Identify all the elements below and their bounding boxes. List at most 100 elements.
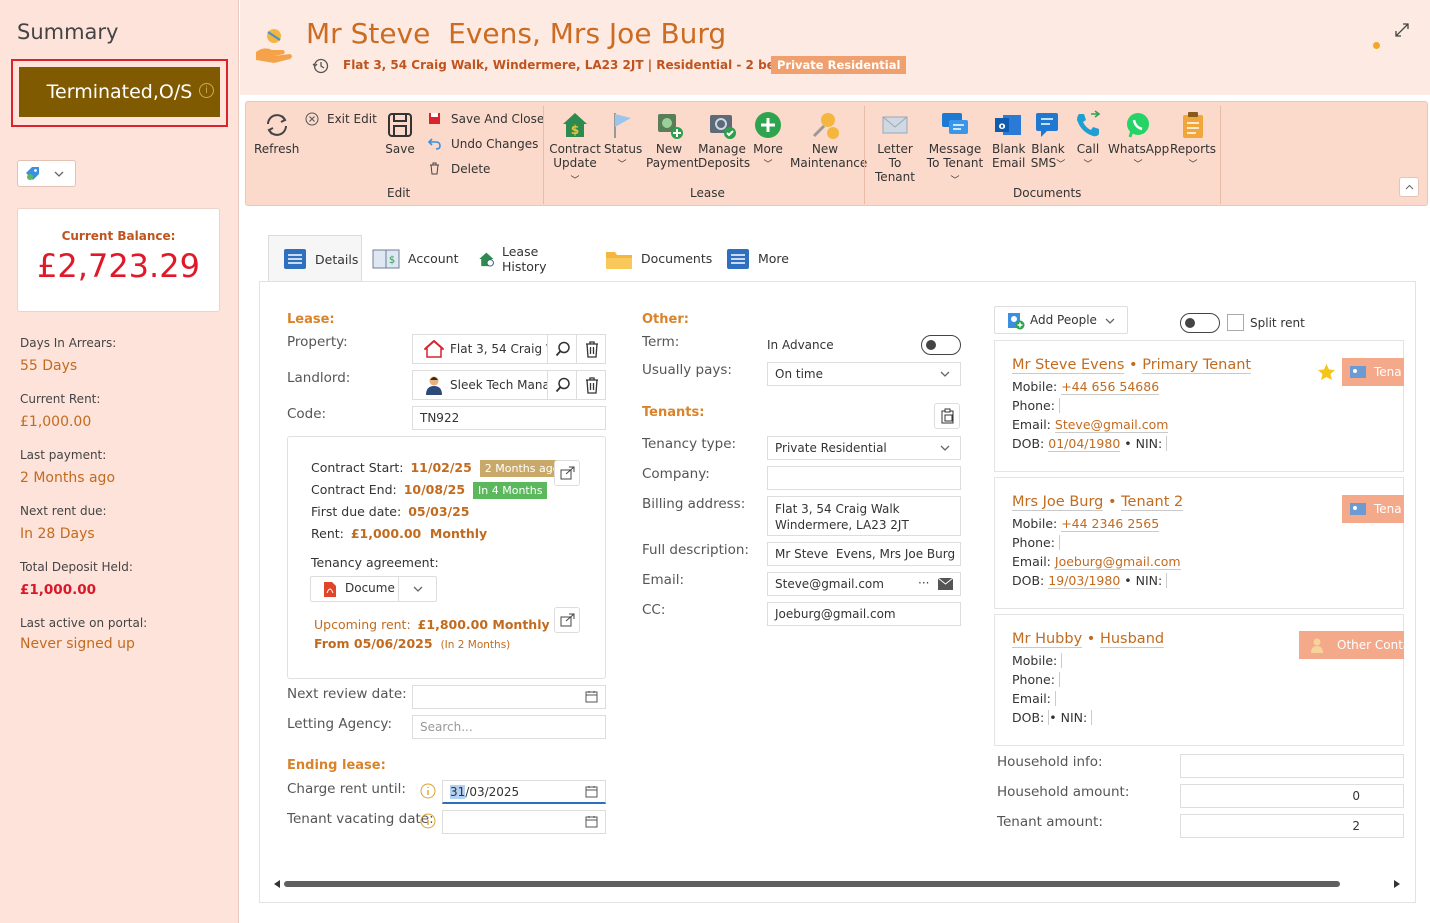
landlord-field[interactable]: Sleek Tech Mana [412, 370, 548, 400]
manage-deposits-button[interactable]: Manage Deposits [698, 110, 750, 170]
vacating-field[interactable] [442, 810, 606, 834]
contact-icon [1311, 638, 1323, 653]
copy-tenants-button[interactable] [934, 403, 960, 429]
email-more-button[interactable]: ··· [918, 576, 929, 590]
person-name-link[interactable]: Mr Steve Evens [1012, 357, 1125, 374]
blank-email-button[interactable]: o Blank Email [992, 110, 1026, 170]
tag-dropdown[interactable] [17, 160, 76, 187]
calendar-icon[interactable] [585, 815, 598, 828]
add-people-dropdown[interactable]: Add People [994, 306, 1128, 334]
open-contract-button[interactable] [554, 460, 580, 486]
landlord-delete-button[interactable] [576, 370, 606, 400]
term-toggle[interactable] [921, 335, 961, 355]
info-icon[interactable]: i [199, 83, 214, 98]
expand-icon[interactable] [1394, 22, 1410, 38]
star-icon[interactable] [1317, 363, 1336, 381]
save-button[interactable]: Save [384, 110, 416, 156]
agreement-dropdown[interactable]: Docume [310, 576, 437, 602]
landlord-search-button[interactable] [547, 370, 577, 400]
usually-pays-dropdown[interactable]: On time [767, 362, 961, 386]
info-icon[interactable] [420, 783, 436, 799]
call-button[interactable]: Call ﹀ [1072, 110, 1104, 172]
household-info-field[interactable] [1180, 754, 1404, 778]
nin-value [1162, 573, 1168, 588]
tenant-role-button[interactable]: Tena [1342, 358, 1404, 386]
contract-update-button[interactable]: $ Contract Update ﹀ [549, 110, 601, 188]
tab-more[interactable]: More [726, 235, 789, 282]
blank-email-label: Blank [992, 142, 1026, 156]
new-payment-button[interactable]: New Payment [646, 110, 699, 170]
collapse-ribbon-button[interactable] [1399, 177, 1419, 197]
person-role-link[interactable]: Primary Tenant [1142, 357, 1252, 374]
scroll-right-icon[interactable] [1394, 880, 1400, 888]
exit-edit-button[interactable]: Exit Edit [305, 112, 377, 126]
person-header: Mr Steve Evens • Primary Tenant [1012, 357, 1252, 374]
person-name-link[interactable]: Mr Hubby [1012, 631, 1083, 648]
pdf-icon [324, 582, 336, 597]
split-rent-checkbox[interactable] [1227, 314, 1244, 331]
whatsapp-button[interactable]: WhatsApp ﹀ [1108, 110, 1169, 172]
chevron-down-icon: ﹀ [763, 160, 773, 170]
company-field[interactable] [767, 466, 961, 490]
full-desc-field[interactable]: Mr Steve Evens, Mrs Joe Burg [767, 542, 961, 566]
phone-row: Phone: [1012, 398, 1064, 413]
tab-details[interactable]: Details [268, 235, 362, 282]
message-to-tenant-button[interactable]: Message To Tenant ﹀ [922, 110, 988, 188]
edit-group-label: Edit [387, 186, 411, 200]
undo-button[interactable]: Undo Changes [427, 137, 538, 151]
property-subtitle[interactable]: Flat 3, 54 Craig Walk, Windermere, LA23 … [343, 58, 822, 72]
open-upcoming-button[interactable] [554, 607, 580, 633]
calendar-icon[interactable] [585, 785, 598, 798]
message-label-2: To Tenant [926, 156, 984, 170]
person-role-link[interactable]: Husband [1099, 631, 1165, 648]
property-field[interactable]: Flat 3, 54 Craig W [412, 334, 548, 364]
phone-row: Phone: [1012, 672, 1064, 687]
delete-button[interactable]: Delete [428, 162, 490, 176]
property-delete-button[interactable] [576, 334, 606, 364]
bullet-separator: • [1124, 436, 1132, 451]
email-link[interactable]: Joeburg@gmail.com [1054, 554, 1181, 570]
horizontal-scrollbar[interactable] [272, 876, 1402, 891]
tab-lease-history[interactable]: Lease History [478, 235, 556, 282]
mobile-link[interactable]: +44 2346 2565 [1061, 516, 1160, 532]
info-icon[interactable] [420, 813, 436, 829]
more-lease-button[interactable]: More ﹀ [751, 110, 785, 172]
new-maintenance-button[interactable]: New Maintenance [790, 110, 867, 170]
envelope-icon[interactable] [938, 578, 953, 590]
email-link[interactable]: Steve@gmail.com [1054, 417, 1169, 433]
history-icon[interactable] [312, 57, 329, 74]
tab-documents[interactable]: Documents [605, 235, 712, 282]
tenancy-type-dropdown[interactable]: Private Residential [767, 436, 961, 460]
reports-button[interactable]: Reports ﹀ [1170, 110, 1216, 172]
tenant-role-button[interactable]: Tena [1342, 495, 1404, 523]
email-field[interactable]: Steve@gmail.com ··· [767, 572, 961, 596]
other-contact-button[interactable]: Other Conta [1299, 631, 1404, 659]
manage-deposits-label: Manage [698, 142, 746, 156]
next-review-field[interactable] [412, 685, 606, 709]
tab-account[interactable]: $ Account [372, 235, 458, 282]
tenant-role-label: Tena [1374, 365, 1402, 379]
charge-until-field[interactable]: 31/03/2025 [442, 780, 606, 804]
scrollbar-thumb[interactable] [284, 881, 1340, 887]
scroll-left-icon[interactable] [274, 880, 280, 888]
status-button[interactable]: Status ﹀ [604, 110, 642, 172]
cc-field[interactable]: Joeburg@gmail.com [767, 602, 961, 626]
person-role-link[interactable]: Tenant 2 [1121, 494, 1184, 511]
search-icon [555, 377, 570, 393]
code-field[interactable]: TN922 [412, 406, 606, 430]
blank-sms-button[interactable]: Blank SMS﹀ [1028, 110, 1068, 172]
tenant-amount-field[interactable]: 2 [1180, 814, 1404, 838]
status-badge[interactable]: Terminated,O/S i [19, 67, 220, 117]
property-search-button[interactable] [547, 334, 577, 364]
billing-address-field[interactable]: Flat 3, 54 Craig Walk Windermere, LA23 2… [767, 496, 961, 536]
save-close-button[interactable]: Save And Close [428, 112, 544, 126]
refresh-button[interactable]: Refresh [254, 110, 299, 156]
letter-to-tenant-button[interactable]: Letter To Tenant [870, 110, 920, 184]
mobile-link[interactable]: +44 656 54686 [1061, 379, 1160, 395]
agreement-value: Docume [345, 581, 395, 595]
household-amount-field[interactable]: 0 [1180, 784, 1404, 808]
letting-agency-search[interactable]: Search... [412, 715, 606, 739]
person-name-link[interactable]: Mrs Joe Burg [1012, 494, 1104, 511]
contract-end-row: Contract End: 10/08/25 In 4 Months [311, 482, 548, 499]
split-rent-toggle[interactable] [1180, 313, 1220, 333]
